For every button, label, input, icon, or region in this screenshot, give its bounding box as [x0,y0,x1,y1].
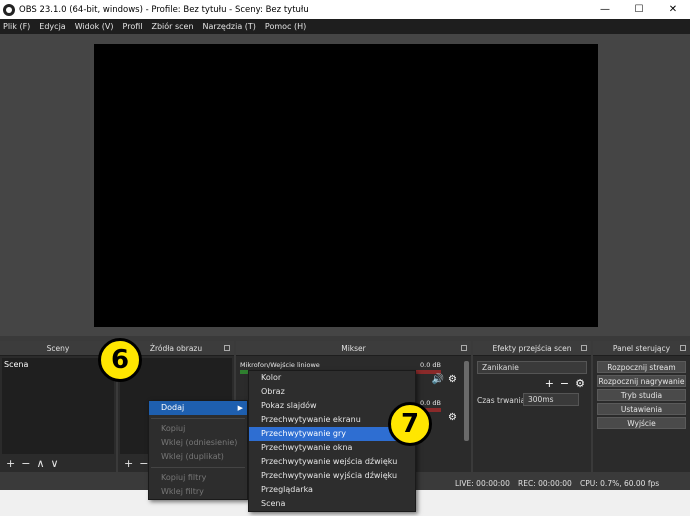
float-icon[interactable] [680,345,686,351]
context-menu-add[interactable]: Dodaj ▶ [149,401,247,415]
context-menu-copy[interactable]: Kopiuj [149,422,247,436]
add-icon[interactable]: + [545,377,554,390]
speaker-icon[interactable]: 🔊 [432,374,444,385]
obs-logo-icon [3,3,15,16]
menu-scene-collection[interactable]: Zbiór scen [151,22,193,31]
context-menu: Dodaj ▶ Kopiuj Wklej (odniesienie) Wklej… [148,400,248,500]
mixer-channel-db: 0.0 dB [420,361,441,369]
controls-dock-header: Panel sterujący [593,341,690,356]
rec-time: REC: 00:00:00 [518,479,572,488]
source-image[interactable]: Obraz [249,385,415,399]
menu-help[interactable]: Pomoc (H) [265,22,306,31]
add-source-submenu: Kolor Obraz Pokaz slajdów Przechwytywani… [248,370,416,512]
duration-label: Czas trwania [477,396,526,405]
duration-input[interactable]: 300ms [523,393,579,406]
context-menu-paste-reference[interactable]: Wklej (odniesienie) [149,436,247,450]
remove-icon[interactable]: − [21,457,30,470]
menu-tools[interactable]: Narzędzia (T) [203,22,256,31]
live-time: LIVE: 00:00:00 [455,479,510,488]
gear-icon[interactable]: ⚙ [448,374,457,385]
transition-select[interactable]: Zanikanie [477,361,587,374]
float-icon[interactable] [224,345,230,351]
sources-dock-title: Źródła obrazu [149,343,203,353]
cpu-usage: CPU: 0.7%, 60.00 fps [580,479,660,488]
exit-button[interactable]: Wyjście [597,417,686,429]
menu-bar: Plik (F) Edycja Widok (V) Profil Zbiór s… [0,19,690,34]
close-icon[interactable]: ✕ [656,0,690,19]
move-up-icon[interactable]: ∧ [36,457,44,470]
scenes-toolbar: + − ∧ ∨ [2,456,114,470]
menu-file[interactable]: Plik (F) [3,22,30,31]
source-scene[interactable]: Scena [249,497,415,511]
transitions-dock: Efekty przejścia scen Zanikanie + − ⚙ Cz… [473,341,591,472]
chevron-right-icon: ▶ [237,404,243,412]
mixer-dock-title: Mikser [341,343,366,353]
start-stream-button[interactable]: Rozpocznij stream [597,361,686,373]
scenes-list: Scena [2,358,114,454]
settings-button[interactable]: Ustawienia [597,403,686,415]
context-menu-paste-duplicate[interactable]: Wklej (duplikat) [149,450,247,464]
callout-step-7: 7 [388,402,432,446]
window-titlebar: OBS 23.1.0 (64-bit, windows) - Profile: … [0,0,690,19]
source-audio-input-capture[interactable]: Przechwytywanie wejścia dźwięku [249,455,415,469]
preview-area [0,34,690,336]
scenes-dock-title: Sceny [46,343,70,353]
preview-canvas[interactable] [94,44,598,327]
mixer-scrollbar[interactable] [464,361,469,441]
source-audio-output-capture[interactable]: Przechwytywanie wyjścia dźwięku [249,469,415,483]
start-recording-button[interactable]: Rozpocznij nagrywanie [597,375,686,387]
menu-profile[interactable]: Profil [123,22,143,31]
source-browser[interactable]: Przeglądarka [249,483,415,497]
transitions-dock-header: Efekty przejścia scen [473,341,591,356]
controls-dock-title: Panel sterujący [612,343,671,353]
move-down-icon[interactable]: ∨ [51,457,59,470]
transitions-dock-title: Efekty przejścia scen [492,343,572,353]
studio-mode-button[interactable]: Tryb studia [597,389,686,401]
maximize-icon[interactable]: ☐ [622,0,656,19]
minimize-icon[interactable]: — [588,0,622,19]
source-color[interactable]: Kolor [249,371,415,385]
context-menu-paste-filters[interactable]: Wklej filtry [149,485,247,499]
gear-icon[interactable]: ⚙ [575,377,585,390]
float-icon[interactable] [581,345,587,351]
add-icon[interactable]: + [6,457,15,470]
float-icon[interactable] [461,345,467,351]
context-menu-copy-filters[interactable]: Kopiuj filtry [149,471,247,485]
callout-step-6: 6 [98,338,142,382]
window-title: OBS 23.1.0 (64-bit, windows) - Profile: … [19,4,309,15]
mixer-dock-header: Mikser [236,341,471,356]
menu-view[interactable]: Widok (V) [75,22,114,31]
source-slideshow[interactable]: Pokaz slajdów [249,399,415,413]
add-icon[interactable]: + [124,457,133,470]
controls-dock: Panel sterujący Rozpocznij stream Rozpoc… [593,341,690,472]
remove-icon[interactable]: − [560,377,569,390]
source-window-capture[interactable]: Przechwytywanie okna [249,441,415,455]
gear-icon[interactable]: ⚙ [448,412,457,423]
menu-edit[interactable]: Edycja [39,22,65,31]
